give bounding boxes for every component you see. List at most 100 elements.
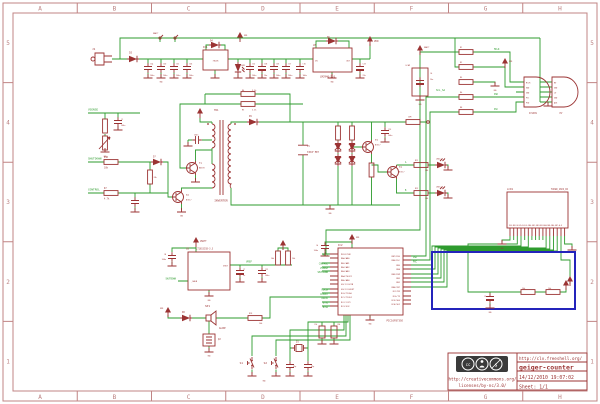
supply-label: VBATT	[153, 32, 159, 35]
resonator-plates	[206, 337, 212, 343]
vdd-symbol	[280, 240, 286, 250]
ref-label: J1	[92, 47, 96, 51]
value-label: BD139	[199, 168, 204, 170]
ref-label: C2	[484, 296, 486, 298]
value-label: 1u	[243, 275, 245, 277]
reg33-wires	[172, 247, 292, 294]
pin-label: RB0/INT	[392, 287, 401, 289]
pushbutton-s1	[248, 357, 255, 369]
pin-label: GND	[554, 88, 557, 90]
pin-label: RC4/SDI	[392, 304, 400, 306]
frame-row-label: 3	[590, 199, 594, 206]
pin-label: RA2/AN2	[341, 266, 350, 269]
pin-label: RA0/AN0	[341, 257, 350, 260]
pin-label: RA1/AN1	[341, 262, 350, 265]
ref-label: S2	[264, 361, 268, 365]
ref-label: C17	[288, 64, 291, 66]
frame-col-label: D	[261, 394, 265, 401]
lcd-pin-stubs	[510, 228, 565, 236]
net-label: B	[405, 189, 407, 192]
pin-label: LV	[554, 93, 557, 95]
gnd-label: GND	[208, 300, 211, 302]
ref-label: R11	[415, 160, 418, 162]
supply-pin	[174, 35, 178, 39]
ref-label: T1	[199, 162, 202, 165]
value-label: 100n	[265, 275, 269, 277]
net-label: PGC	[494, 108, 499, 111]
transistor-t1	[187, 161, 198, 175]
net-label: VSENSE	[320, 267, 329, 270]
resistor	[459, 65, 473, 70]
value-label: 2.2k	[252, 110, 257, 112]
ref-label: C14	[150, 64, 153, 66]
value-label: 10k	[292, 258, 296, 260]
diode	[151, 159, 163, 165]
regulator-u2	[188, 252, 230, 290]
diode	[180, 315, 192, 321]
diode	[127, 56, 139, 62]
gnd-symbol	[131, 208, 140, 212]
value-label: BC517	[375, 145, 380, 147]
value-label: 100n	[303, 75, 307, 77]
frame-col-label: B	[113, 394, 117, 401]
supply-label: VDD	[356, 237, 359, 239]
ref-label: D7	[153, 156, 156, 159]
value-label: 100n	[194, 135, 198, 137]
license-url-line1: http://creativecommons.org/	[448, 377, 517, 382]
value-label: LT1615CS8-3.3	[196, 248, 214, 251]
timestamp: 14/12/2010 19:07:02	[519, 375, 574, 381]
pushbutton-s2	[272, 357, 279, 369]
net-label: AUDIO	[321, 297, 328, 300]
zener-diode	[349, 154, 355, 166]
audio-wires	[168, 297, 330, 350]
gnd-symbol	[184, 142, 193, 146]
ref-label: LED2	[436, 159, 440, 161]
gnd-symbol	[205, 292, 214, 296]
gnd-symbol	[498, 240, 507, 244]
frame-col-label: G	[484, 6, 488, 13]
gnd-label: GND	[494, 90, 497, 92]
gnd-symbol	[568, 246, 577, 250]
value-label: 100n	[150, 75, 154, 77]
vdd-symbol	[367, 36, 373, 46]
net-label: A	[405, 161, 407, 164]
value-label: 78L05	[212, 61, 219, 63]
diode	[209, 42, 221, 48]
ref-label: C8	[164, 254, 166, 256]
pin-label: PGC	[526, 98, 529, 100]
net-label: MCLR	[323, 254, 329, 257]
value-label: TUXGR_16X2_R2	[551, 188, 569, 191]
net-label: SHUTDOWN	[317, 271, 328, 274]
gnd-label: GND	[208, 356, 211, 358]
net-label: PGD	[494, 93, 499, 96]
transistor-t3	[363, 140, 374, 154]
value-label: 100n	[189, 75, 193, 77]
supply-label: VDD	[160, 308, 163, 310]
value-label: 100n	[252, 75, 256, 77]
zener-diode	[335, 154, 341, 166]
ref-label: IC1	[203, 45, 208, 49]
schematic-canvas: A B C D E F G H A B C D E F G H 5 4 3 2 …	[0, 0, 600, 404]
pin-label: RC3/SCK	[341, 306, 350, 308]
supply-label: VBATT	[200, 240, 207, 243]
led	[235, 62, 245, 74]
ref-label: R6	[460, 92, 462, 94]
net-label: PGD	[413, 256, 418, 259]
pin-label: OSC2/CLKOUT	[341, 289, 355, 291]
pin-label: MCLR	[526, 83, 531, 85]
speaker	[206, 311, 216, 325]
net-label: SCL_SA	[436, 88, 446, 92]
pin-label: VDD	[526, 88, 529, 90]
dc-jack-j1	[91, 53, 112, 65]
ref-label: IC2	[338, 243, 343, 247]
gnd-symbol	[366, 316, 375, 320]
cc-license-badge: cc $	[456, 356, 508, 372]
frame-row-label: 4	[590, 120, 594, 127]
pin-label: RB7/PGD	[392, 256, 401, 258]
pin-label: RB3/PGM	[392, 274, 401, 276]
frame-row-label: 2	[6, 279, 10, 286]
pin-label: GND	[554, 98, 557, 100]
gnd-symbol	[491, 82, 500, 86]
vdd-symbol	[165, 307, 171, 317]
net-label: BTN2	[323, 306, 329, 309]
